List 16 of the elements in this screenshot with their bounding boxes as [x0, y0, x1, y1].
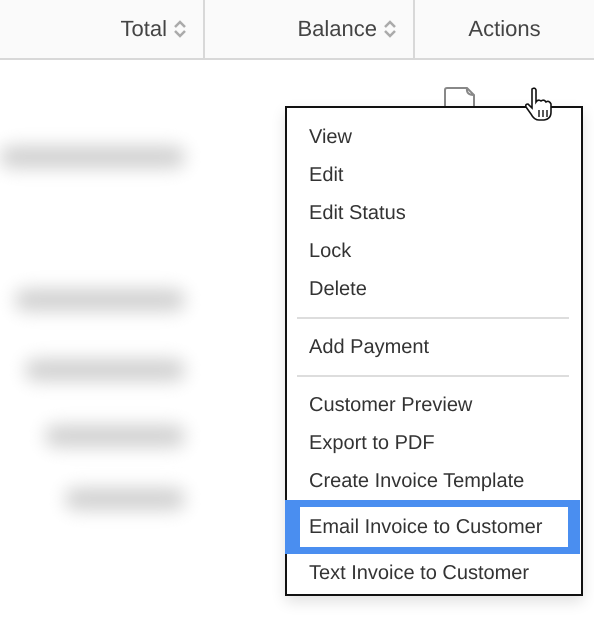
menu-item[interactable]: Lock — [287, 232, 581, 270]
menu-item[interactable]: Add Payment — [287, 328, 581, 366]
menu-item[interactable]: Create Invoice Template — [287, 462, 581, 500]
menu-item[interactable]: Email Invoice to Customer — [285, 500, 580, 554]
menu-item[interactable]: Customer Preview — [287, 386, 581, 424]
menu-item[interactable]: Edit — [287, 156, 581, 194]
column-header[interactable]: Balance — [297, 16, 377, 42]
menu-item[interactable]: Export to PDF — [287, 424, 581, 462]
menu-item[interactable]: Delete — [287, 270, 581, 308]
menu-item[interactable]: Text Invoice to Customer — [287, 554, 581, 592]
menu-item[interactable]: Edit Status — [287, 194, 581, 232]
sort-icon[interactable] — [173, 19, 187, 39]
column-header[interactable]: Total — [120, 16, 167, 42]
column-header[interactable]: Actions — [468, 16, 541, 42]
sort-icon[interactable] — [383, 19, 397, 39]
menu-item[interactable]: View — [287, 118, 581, 156]
